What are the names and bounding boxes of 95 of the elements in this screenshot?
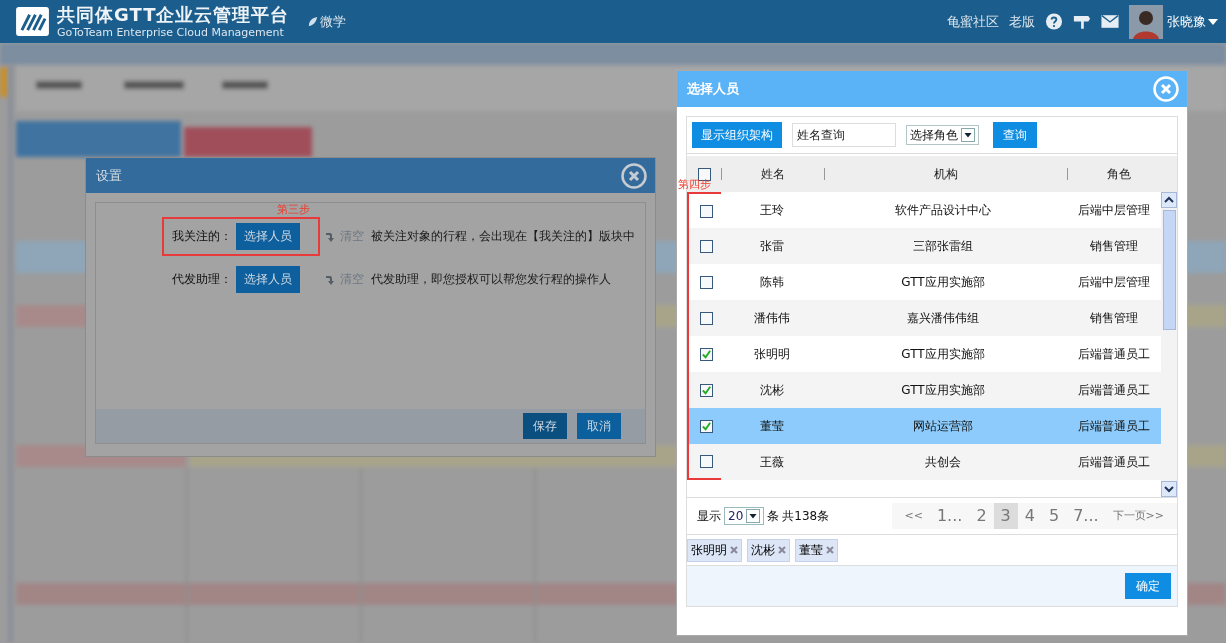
page-size-select[interactable]: 20 xyxy=(724,507,765,525)
selected-person-tag: 董莹 xyxy=(795,538,838,562)
checkbox-cell[interactable] xyxy=(689,444,723,478)
help-icon[interactable] xyxy=(1045,13,1063,30)
table-cell-text: 陈韩 xyxy=(758,273,785,291)
checkbox-cell[interactable] xyxy=(689,408,723,444)
checkbox-cell[interactable] xyxy=(689,372,723,408)
turn-arrow-icon xyxy=(325,273,335,286)
row-checkbox[interactable] xyxy=(699,204,713,218)
caret-icon[interactable] xyxy=(1208,18,1218,25)
mail-icon[interactable] xyxy=(1101,13,1119,30)
checkbox-cell[interactable] xyxy=(689,228,723,264)
confirm-button[interactable]: 确定 xyxy=(1125,573,1171,599)
select-people-button[interactable]: 选择人员 xyxy=(236,223,300,250)
field-description: 被关注对象的行程，会出现在【我关注的】版块中 xyxy=(371,228,635,245)
column-header[interactable]: 机构 xyxy=(824,168,1067,180)
show-label: 显示 xyxy=(697,507,721,525)
remove-icon[interactable] xyxy=(826,546,834,554)
table-cell-text: 销售管理 xyxy=(1089,309,1140,327)
dialog-title: 选择人员 xyxy=(687,80,739,98)
table-cell-text: 后端普通员工 xyxy=(1077,453,1152,471)
app-subtitle: GoToTeam Enterprise Cloud Management xyxy=(57,26,285,38)
page-link[interactable]: 3 xyxy=(993,503,1018,529)
annotation-label: 第三步 xyxy=(277,202,310,217)
cancel-button[interactable]: 取消 xyxy=(577,413,621,439)
table-cell-text: 沈彬 xyxy=(758,381,785,399)
row-checkbox[interactable] xyxy=(699,275,713,289)
page-link[interactable]: << xyxy=(897,503,930,529)
page-link[interactable]: 2 xyxy=(969,503,994,529)
leaf-icon xyxy=(307,16,319,27)
row-checkbox[interactable] xyxy=(699,239,713,253)
scrollbar[interactable] xyxy=(1161,192,1177,497)
table-cell-text: 潘伟伟 xyxy=(752,309,791,327)
logo-icon xyxy=(16,7,49,36)
row-checkbox[interactable] xyxy=(699,347,713,361)
table-cell-text: 后端普通员工 xyxy=(1077,345,1152,363)
table-cell-text: 软件产品设计中心 xyxy=(894,201,992,219)
table-cell-text: 张明明 xyxy=(752,345,791,363)
table-cell-text: 后端普通员工 xyxy=(1077,417,1152,435)
checkbox-cell[interactable] xyxy=(689,300,723,336)
row-checkbox[interactable] xyxy=(699,311,713,325)
page-link[interactable]: 7... xyxy=(1066,503,1106,529)
select-people-button[interactable]: 选择人员 xyxy=(236,266,300,293)
page-link[interactable]: 下一页>> xyxy=(1105,503,1171,529)
table-cell-text: 嘉兴潘伟伟组 xyxy=(906,309,980,327)
table-cell-text: 后端中层管理 xyxy=(1077,273,1152,291)
table-cell-text: 后端普通员工 xyxy=(1077,381,1152,399)
remove-icon[interactable] xyxy=(778,546,786,554)
scroll-up-icon[interactable] xyxy=(1161,192,1177,208)
selected-person-tag: 张明明 xyxy=(687,538,742,562)
select-all-checkbox[interactable] xyxy=(697,167,711,181)
save-button[interactable]: 保存 xyxy=(523,413,567,439)
table-cell-text: 张雷 xyxy=(758,237,785,255)
table-cell-text: GTT应用实施部 xyxy=(900,381,986,399)
nav-link[interactable]: 老版 xyxy=(1009,12,1035,31)
table-cell-text: 王薇 xyxy=(758,453,785,471)
learn-link[interactable]: 微学 xyxy=(307,12,347,31)
annotation-label: 第四步 xyxy=(678,177,711,192)
table-cell-text: 网站运营部 xyxy=(912,417,974,435)
table-cell-text: 董莹 xyxy=(758,417,785,435)
row-checkbox[interactable] xyxy=(699,454,713,468)
table-cell-text: 销售管理 xyxy=(1089,237,1140,255)
close-icon[interactable] xyxy=(621,162,647,189)
total-count: 共138条 xyxy=(782,507,830,525)
scroll-down-icon[interactable] xyxy=(1161,481,1177,497)
column-header[interactable]: 角色 xyxy=(1067,168,1170,180)
avatar[interactable] xyxy=(1129,4,1163,39)
page-link[interactable]: 4 xyxy=(1017,503,1042,529)
query-button[interactable]: 查询 xyxy=(993,122,1037,148)
column-header[interactable]: 姓名 xyxy=(721,168,824,180)
signpost-icon[interactable] xyxy=(1073,13,1091,30)
table-cell-text: GTT应用实施部 xyxy=(900,273,986,291)
role-select[interactable]: 选择角色 xyxy=(906,125,979,145)
row-checkbox[interactable] xyxy=(699,383,713,397)
selected-person-tag: 沈彬 xyxy=(747,538,790,562)
show-org-button[interactable]: 显示组织架构 xyxy=(692,122,782,148)
field-label: 我关注的： xyxy=(172,228,232,245)
page-link[interactable]: 1... xyxy=(929,503,970,529)
remove-icon[interactable] xyxy=(730,546,738,554)
dialog-title: 设置 xyxy=(96,166,122,185)
row-checkbox[interactable] xyxy=(699,419,713,433)
app-title: 共同体GTT企业云管理平台 xyxy=(57,5,290,24)
table-cell-text: 后端中层管理 xyxy=(1077,201,1152,219)
unit-label: 条 xyxy=(767,507,780,525)
nav-link[interactable]: 龟蜜社区 xyxy=(947,12,999,31)
user-name[interactable]: 张晓豫 xyxy=(1167,12,1206,31)
table-cell-text: 三部张雷组 xyxy=(912,237,974,255)
table-cell-text: 王玲 xyxy=(758,201,785,219)
field-description: 代发助理，即您授权可以帮您发行程的操作人 xyxy=(371,271,611,288)
page-link[interactable]: 5 xyxy=(1041,503,1067,529)
name-search-field[interactable]: 姓名查询 xyxy=(792,123,896,147)
table-cell-text: GTT应用实施部 xyxy=(900,345,986,363)
table-cell-text: 共创会 xyxy=(924,453,962,471)
turn-arrow-icon xyxy=(325,230,335,243)
field-label: 代发助理： xyxy=(172,271,232,288)
